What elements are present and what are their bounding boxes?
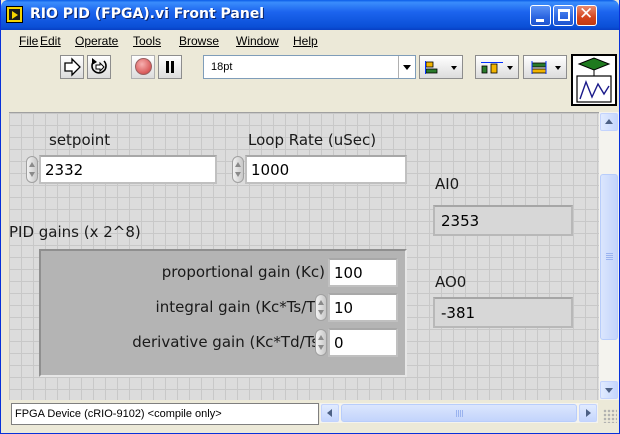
setpoint-increment-decrement[interactable] bbox=[26, 156, 38, 183]
front-panel: setpoint 2332 Loop Rate (uSec) 1000 AI0 … bbox=[9, 112, 599, 400]
menu-browse[interactable]: Browse bbox=[179, 34, 219, 48]
run-continuously-icon bbox=[91, 58, 107, 74]
integral-gain-value: 10 bbox=[334, 299, 354, 317]
pid-gains-cluster: proportional gain (Kc) 100 integral gain… bbox=[39, 249, 407, 377]
abort-button[interactable] bbox=[131, 55, 155, 79]
minimize-button[interactable] bbox=[530, 5, 551, 26]
ai0-value: 2353 bbox=[441, 212, 480, 230]
menu-file[interactable]: File bbox=[19, 34, 38, 48]
loop-rate-label: Loop Rate (uSec) bbox=[248, 131, 377, 149]
menu-window[interactable]: Window bbox=[236, 34, 279, 48]
loop-rate-input[interactable]: 1000 bbox=[245, 155, 407, 184]
run-arrow-icon bbox=[64, 57, 81, 77]
setpoint-value: 2332 bbox=[45, 161, 84, 179]
proportional-gain-input[interactable]: 100 bbox=[328, 258, 398, 287]
menu-tools[interactable]: Tools bbox=[133, 34, 161, 48]
vertical-scroll-thumb[interactable] bbox=[600, 174, 618, 340]
horizontal-scroll-thumb[interactable] bbox=[341, 404, 577, 422]
ao0-value: -381 bbox=[441, 304, 476, 322]
scroll-right-icon[interactable] bbox=[579, 404, 597, 422]
loop-rate-value: 1000 bbox=[251, 161, 290, 179]
horizontal-scrollbar[interactable] bbox=[320, 403, 598, 423]
align-objects-button[interactable] bbox=[419, 55, 463, 79]
integral-gain-increment-decrement[interactable] bbox=[315, 294, 327, 321]
toolbar: 18pt bbox=[1, 52, 619, 110]
distribute-objects-button[interactable] bbox=[475, 55, 519, 79]
proportional-gain-value: 100 bbox=[334, 264, 363, 282]
pause-icon bbox=[165, 61, 175, 73]
distribute-objects-icon bbox=[481, 62, 503, 74]
pause-button[interactable] bbox=[158, 55, 182, 79]
vi-connector-icon[interactable] bbox=[571, 54, 617, 106]
derivative-gain-value: 0 bbox=[334, 334, 344, 352]
setpoint-label: setpoint bbox=[49, 131, 111, 149]
window-title: RIO PID (FPGA).vi Front Panel bbox=[30, 6, 265, 22]
close-button[interactable]: ✕ bbox=[576, 4, 597, 26]
ai0-label: AI0 bbox=[435, 175, 460, 193]
maximize-button[interactable] bbox=[553, 5, 574, 26]
grip-icon bbox=[456, 410, 463, 417]
loop-rate-increment-decrement[interactable] bbox=[232, 156, 244, 183]
menu-help[interactable]: Help bbox=[293, 34, 318, 48]
pid-gains-label: PID gains (x 2^8) bbox=[9, 223, 141, 241]
front-panel-window: RIO PID (FPGA).vi Front Panel ✕ File Edi… bbox=[0, 0, 620, 434]
execution-target-label[interactable]: FPGA Device (cRIO-9102) <compile only> bbox=[11, 403, 319, 425]
derivative-gain-label: derivative gain (Kc*Td/Ts) bbox=[132, 333, 325, 351]
labview-vi-icon bbox=[6, 6, 23, 23]
menu-bar: File Edit Operate Tools Browse Window He… bbox=[19, 31, 564, 51]
resize-objects-button[interactable] bbox=[523, 55, 567, 79]
derivative-gain-increment-decrement[interactable] bbox=[315, 329, 327, 356]
proportional-gain-label: proportional gain (Kc) bbox=[161, 263, 325, 281]
ao0-label: AO0 bbox=[435, 273, 467, 291]
resize-grip-icon[interactable] bbox=[603, 409, 617, 423]
minimize-icon bbox=[536, 19, 544, 22]
run-continuously-button[interactable] bbox=[87, 55, 111, 79]
menu-operate[interactable]: Operate bbox=[75, 34, 118, 48]
scroll-left-icon[interactable] bbox=[321, 404, 339, 422]
align-objects-icon bbox=[425, 61, 438, 74]
menu-edit[interactable]: Edit bbox=[40, 34, 61, 48]
setpoint-input[interactable]: 2332 bbox=[39, 155, 217, 184]
integral-gain-input[interactable]: 10 bbox=[328, 293, 398, 322]
ai0-indicator: 2353 bbox=[433, 205, 573, 236]
derivative-gain-input[interactable]: 0 bbox=[328, 328, 398, 357]
grip-icon bbox=[606, 253, 613, 260]
maximize-icon bbox=[558, 9, 570, 21]
vertical-scrollbar[interactable] bbox=[599, 112, 619, 400]
resize-objects-icon bbox=[531, 61, 547, 74]
integral-gain-label: integral gain (Kc*Ts/Ti) bbox=[155, 298, 325, 316]
run-button[interactable] bbox=[60, 55, 84, 79]
close-icon: ✕ bbox=[579, 4, 594, 24]
scroll-up-icon[interactable] bbox=[600, 113, 618, 131]
font-size-value: 18pt bbox=[211, 61, 233, 73]
stop-icon bbox=[135, 58, 152, 75]
chevron-down-icon[interactable] bbox=[398, 56, 415, 78]
scroll-down-icon[interactable] bbox=[600, 381, 618, 399]
status-bar: FPGA Device (cRIO-9102) <compile only> bbox=[9, 401, 619, 431]
text-settings-dropdown[interactable]: 18pt bbox=[203, 55, 416, 79]
ao0-indicator: -381 bbox=[433, 297, 573, 328]
title-bar[interactable]: RIO PID (FPGA).vi Front Panel ✕ bbox=[1, 0, 619, 30]
pid-graph-icon bbox=[576, 57, 612, 103]
